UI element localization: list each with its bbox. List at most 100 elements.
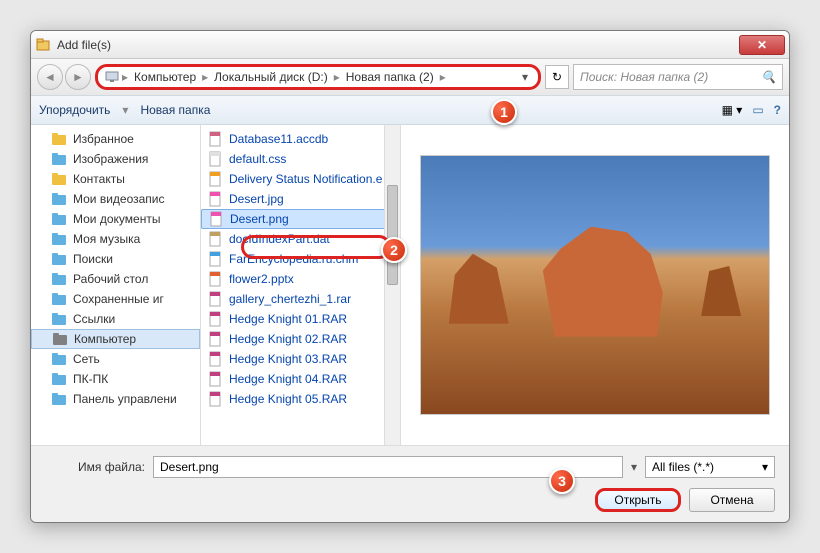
view-icon[interactable]: ▦ ▾ xyxy=(722,103,743,117)
sidebar-item[interactable]: Мои документы xyxy=(31,209,200,229)
cancel-button[interactable]: Отмена xyxy=(689,488,775,512)
refresh-button[interactable]: ↻ xyxy=(545,65,569,89)
folder-icon xyxy=(51,231,67,247)
file-item[interactable]: Delivery Status Notification.e xyxy=(201,169,400,189)
file-item[interactable]: Desert.png xyxy=(201,209,400,229)
file-label: default.css xyxy=(229,152,286,166)
sidebar-label: Панель управлени xyxy=(73,392,177,406)
sidebar-item[interactable]: Поиски xyxy=(31,249,200,269)
toolbar: Упорядочить ▾ Новая папка ▦ ▾ ▭ ? xyxy=(31,95,789,125)
folder-icon xyxy=(52,331,68,347)
file-item[interactable]: Desert.jpg xyxy=(201,189,400,209)
sidebar: Избранное Изображения Контакты Мои видеозап… xyxy=(31,125,201,445)
dropdown-icon[interactable]: ▾ xyxy=(518,70,532,84)
file-label: Desert.jpg xyxy=(229,192,284,206)
sidebar-item[interactable]: Изображения xyxy=(31,149,200,169)
bottom-panel: Имя файла: ▾ All files (*.*)▾ Открыть От… xyxy=(31,445,789,522)
breadcrumb-item[interactable]: Компьютер xyxy=(130,68,200,86)
chevron-right-icon: ▸ xyxy=(440,70,446,84)
search-placeholder: Поиск: Новая папка (2) xyxy=(580,70,708,84)
sidebar-item[interactable]: Компьютер xyxy=(31,329,200,349)
sidebar-label: Ссылки xyxy=(73,312,115,326)
file-item[interactable]: Hedge Knight 02.RAR xyxy=(201,329,400,349)
file-label: gallery_chertezhi_1.rar xyxy=(229,292,351,306)
sidebar-label: Мои документы xyxy=(73,212,160,226)
close-button[interactable]: ✕ xyxy=(739,35,785,55)
folder-icon xyxy=(51,391,67,407)
forward-button[interactable]: ► xyxy=(65,64,91,90)
preview-image xyxy=(420,155,770,415)
sidebar-item[interactable]: Избранное xyxy=(31,129,200,149)
sidebar-label: Моя музыка xyxy=(73,232,140,246)
help-icon[interactable]: ? xyxy=(774,103,781,117)
annotation-marker-2: 2 xyxy=(381,237,407,263)
sidebar-label: Контакты xyxy=(73,172,125,186)
folder-icon xyxy=(51,171,67,187)
sidebar-item[interactable]: ПК-ПК xyxy=(31,369,200,389)
filter-select[interactable]: All files (*.*)▾ xyxy=(645,456,775,478)
sidebar-label: Избранное xyxy=(73,132,134,146)
sidebar-label: Сохраненные иг xyxy=(73,292,164,306)
file-icon xyxy=(207,291,223,307)
scrollbar[interactable] xyxy=(384,125,400,445)
sidebar-item[interactable]: Панель управлени xyxy=(31,389,200,409)
folder-icon xyxy=(51,271,67,287)
computer-icon xyxy=(104,69,120,85)
folder-icon xyxy=(51,351,67,367)
sidebar-label: Компьютер xyxy=(74,332,136,346)
sidebar-item[interactable]: Сохраненные иг xyxy=(31,289,200,309)
file-icon xyxy=(208,211,224,227)
sidebar-item[interactable]: Моя музыка xyxy=(31,229,200,249)
file-icon xyxy=(207,151,223,167)
organize-menu[interactable]: Упорядочить xyxy=(39,103,110,117)
back-button[interactable]: ◄ xyxy=(37,64,63,90)
scroll-thumb[interactable] xyxy=(387,185,398,285)
file-item[interactable]: Hedge Knight 04.RAR xyxy=(201,369,400,389)
file-label: docIdIndexPart.dat xyxy=(229,232,330,246)
content-area: Избранное Изображения Контакты Мои видеозап… xyxy=(31,125,789,445)
file-label: Desert.png xyxy=(230,212,289,226)
file-icon xyxy=(207,271,223,287)
sidebar-label: ПК-ПК xyxy=(73,372,108,386)
folder-icon xyxy=(51,311,67,327)
new-folder-button[interactable]: Новая папка xyxy=(140,103,210,117)
file-label: Hedge Knight 03.RAR xyxy=(229,352,347,366)
sidebar-item[interactable]: Рабочий стол xyxy=(31,269,200,289)
folder-icon xyxy=(51,131,67,147)
preview-icon[interactable]: ▭ xyxy=(752,103,763,117)
file-item[interactable]: Hedge Knight 03.RAR xyxy=(201,349,400,369)
open-button[interactable]: Открыть xyxy=(595,488,681,512)
file-icon xyxy=(207,171,223,187)
file-item[interactable]: gallery_chertezhi_1.rar xyxy=(201,289,400,309)
file-item[interactable]: Hedge Knight 01.RAR xyxy=(201,309,400,329)
file-icon xyxy=(207,231,223,247)
file-icon xyxy=(207,251,223,267)
file-label: Database11.accdb xyxy=(229,132,328,146)
file-label: Hedge Knight 05.RAR xyxy=(229,392,347,406)
titlebar: Add file(s) ✕ xyxy=(31,31,789,59)
folder-icon xyxy=(51,211,67,227)
sidebar-item[interactable]: Сеть xyxy=(31,349,200,369)
sidebar-item[interactable]: Контакты xyxy=(31,169,200,189)
file-item[interactable]: FarEncyclopedia.ru.chm xyxy=(201,249,400,269)
search-icon: 🔍 xyxy=(761,70,776,84)
sidebar-item[interactable]: Мои видеозапис xyxy=(31,189,200,209)
file-icon xyxy=(207,351,223,367)
sidebar-item[interactable]: Ссылки xyxy=(31,309,200,329)
breadcrumb-item[interactable]: Новая папка (2) xyxy=(342,68,438,86)
chevron-right-icon: ▸ xyxy=(334,70,340,84)
file-item[interactable]: flower2.pptx xyxy=(201,269,400,289)
file-label: flower2.pptx xyxy=(229,272,294,286)
breadcrumb-item[interactable]: Локальный диск (D:) xyxy=(210,68,332,86)
file-label: Hedge Knight 02.RAR xyxy=(229,332,347,346)
file-item[interactable]: docIdIndexPart.dat xyxy=(201,229,400,249)
folder-icon xyxy=(51,291,67,307)
search-input[interactable]: Поиск: Новая папка (2) 🔍 xyxy=(573,64,783,90)
file-item[interactable]: Hedge Knight 05.RAR xyxy=(201,389,400,409)
annotation-marker-3: 3 xyxy=(549,468,575,494)
file-icon xyxy=(207,331,223,347)
file-item[interactable]: default.css xyxy=(201,149,400,169)
address-bar[interactable]: ▸ Компьютер ▸ Локальный диск (D:) ▸ Нова… xyxy=(95,64,541,90)
file-item[interactable]: Database11.accdb xyxy=(201,129,400,149)
file-dialog: Add file(s) ✕ ◄ ► ▸ Компьютер ▸ Локальны… xyxy=(30,30,790,523)
